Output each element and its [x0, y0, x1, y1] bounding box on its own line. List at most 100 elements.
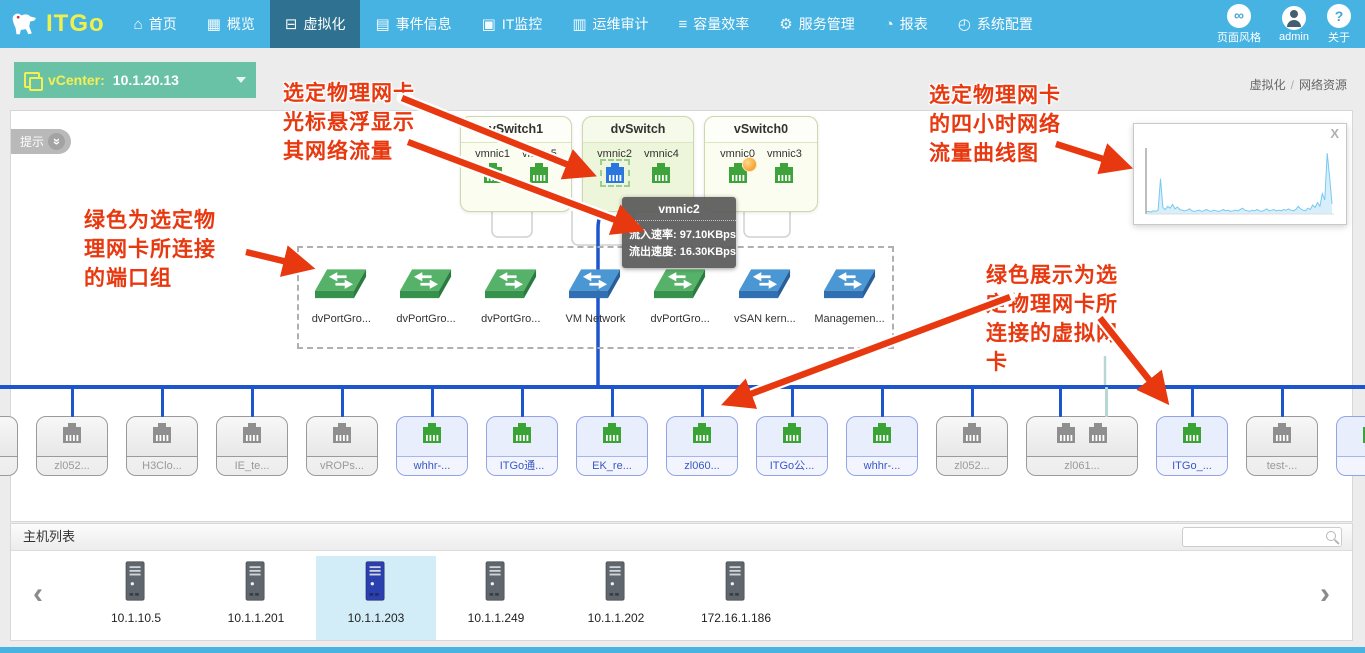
nav-item-label: 事件信息	[396, 14, 452, 34]
vnic-card[interactable]: zl052...	[36, 416, 108, 476]
nic-icon	[1086, 422, 1110, 444]
portgroup-label: VM Network	[557, 313, 633, 325]
portgroup-item[interactable]: VM Network	[557, 268, 633, 347]
host-ip: 10.1.1.202	[556, 611, 676, 625]
portgroup-item[interactable]: vSAN kern...	[727, 268, 803, 347]
nav-item[interactable]: ⌂ 首页	[119, 0, 192, 48]
vnic-card[interactable]: H3Clo...	[126, 416, 198, 476]
host-item[interactable]: 10.1.1.201	[196, 556, 316, 640]
nic-icon	[240, 422, 264, 444]
portgroup-item[interactable]: dvPortGro...	[642, 268, 718, 347]
vmnic-item[interactable]: vmnic4	[644, 148, 679, 187]
annotation-portgroups: 绿色为选定物 理网卡所连接 的端口组	[84, 206, 216, 293]
breadcrumb-separator: /	[1291, 78, 1294, 92]
nav-item[interactable]: ▦ 概览	[192, 0, 270, 48]
breadcrumb: 虚拟化/网络资源	[1250, 76, 1347, 93]
nav-item[interactable]: ▥ 运维审计	[557, 0, 663, 48]
annotation-vnics: 绿色展示为选 定物理网卡所 连接的虚拟网 卡	[986, 261, 1118, 377]
network-cable	[881, 387, 884, 417]
vnic-card[interactable]: test-...	[1246, 416, 1318, 476]
portgroup-label: Managemen...	[812, 313, 888, 325]
user-menu-item[interactable]: ∞ 页面风格	[1217, 0, 1261, 48]
vnic-card[interactable]: zl052...	[936, 416, 1008, 476]
chevron-down-icon	[236, 77, 246, 83]
user-menu-icon: ∞	[1227, 4, 1251, 28]
nic-icon	[960, 422, 984, 444]
vnic-card[interactable]: zl061...	[1026, 416, 1138, 476]
nav-item[interactable]: ◔ 报表	[870, 0, 943, 48]
vnic-card[interactable]: whhr-...	[396, 416, 468, 476]
server-icon	[124, 560, 148, 602]
nav-item-icon: ≡	[679, 16, 688, 33]
network-cable-secondary	[1105, 387, 1108, 417]
vcenter-selector[interactable]: vCenter: 10.1.20.13	[14, 62, 256, 98]
vmnic-item[interactable]: vmnic3	[767, 148, 802, 187]
vnic-card[interactable]: whhr-...	[846, 416, 918, 476]
nic-icon	[649, 162, 673, 184]
vmnic-label: vmnic3	[767, 148, 802, 160]
host-search-input[interactable]	[1182, 527, 1342, 547]
user-menu-item[interactable]: ? 关于	[1327, 0, 1351, 48]
vnic-card[interactable]: ITGo公...	[756, 416, 828, 476]
nav-item[interactable]: ▣ IT监控	[467, 0, 558, 48]
app-logo[interactable]: ITGo	[0, 0, 119, 48]
network-cable	[791, 387, 794, 417]
vnic-card[interactable]: IE_te...	[216, 416, 288, 476]
breadcrumb-section[interactable]: 虚拟化	[1250, 78, 1286, 92]
host-ip: 10.1.1.249	[436, 611, 556, 625]
vnic-card-label: zl060...	[667, 456, 737, 475]
host-item[interactable]: 10.1.1.249	[436, 556, 556, 640]
vmnic-item-selected[interactable]: vmnic2	[597, 148, 632, 187]
nic-icon	[60, 422, 84, 444]
vmnic-label: vmnic1	[475, 148, 510, 160]
nav-item-label: IT监控	[502, 14, 542, 34]
portgroup-item[interactable]: dvPortGro...	[303, 268, 379, 347]
vmnic-item[interactable]: vmnic0	[720, 148, 755, 187]
server-icon	[484, 560, 508, 602]
host-item[interactable]: 10.1.10.5	[76, 556, 196, 640]
portgroup-switch-icon	[400, 268, 452, 306]
host-list: 10.1.10.5 10.1.1.201 10.1.1.203	[11, 551, 1352, 640]
host-list-panel: 主机列表 ‹ 10.1.10.5 10.1.1.201	[10, 523, 1353, 641]
vnic-card[interactable]: zl060...	[666, 416, 738, 476]
scroll-right-button[interactable]: ›	[1320, 579, 1330, 609]
vnic-card-row: zl052... H3Clo... IE_te... vROPs...	[0, 416, 1365, 476]
vnic-card-label: H3Clo...	[127, 456, 197, 475]
nav-item[interactable]: ▤ 事件信息	[360, 0, 466, 48]
scroll-left-button[interactable]: ‹	[33, 579, 43, 609]
vnic-card[interactable]: ITGo通...	[486, 416, 558, 476]
vnic-card-label: EK_re...	[577, 456, 647, 475]
nav-item-icon: ◴	[958, 15, 971, 33]
portgroup-switch-icon	[315, 268, 367, 306]
vnic-card[interactable]: ITGo_...	[1156, 416, 1228, 476]
nav-item-icon: ⊟	[285, 15, 298, 33]
nav-item[interactable]: ◴ 系统配置	[943, 0, 1048, 48]
portgroup-item[interactable]: dvPortGro...	[388, 268, 464, 347]
vmnic-item[interactable]: vmnic1	[475, 148, 510, 187]
server-icon	[604, 560, 628, 602]
nav-item-label: 系统配置	[977, 14, 1033, 34]
host-item[interactable]: 10.1.1.202	[556, 556, 676, 640]
nav-item[interactable]: ⊟ 虚拟化	[270, 0, 361, 48]
tip-toggle[interactable]: 提示 «	[11, 129, 71, 154]
nav-item-icon: ▣	[482, 15, 496, 33]
vnic-card[interactable]: vROPs...	[306, 416, 378, 476]
close-icon[interactable]: X	[1330, 126, 1339, 141]
vnic-card[interactable]	[0, 416, 18, 476]
nic-icon	[1054, 422, 1078, 444]
user-menu-item[interactable]: admin	[1279, 0, 1309, 48]
nav-item[interactable]: ⚙ 服务管理	[764, 0, 869, 48]
vmnic-item[interactable]: vmnic5	[522, 148, 557, 187]
vcenter-icon	[24, 72, 40, 88]
portgroup-item[interactable]: dvPortGro...	[473, 268, 549, 347]
portgroup-item[interactable]: Managemen...	[812, 268, 888, 347]
host-item[interactable]: 10.1.1.203	[316, 556, 436, 640]
host-ip: 172.16.1.186	[676, 611, 796, 625]
vswitch-box: vSwitch1 vmnic1 vmnic5	[460, 116, 572, 212]
host-item[interactable]: 172.16.1.186	[676, 556, 796, 640]
nav-item[interactable]: ≡ 容量效率	[664, 0, 765, 48]
vswitch-title: dvSwitch	[583, 117, 693, 143]
warning-badge-icon	[742, 157, 757, 172]
vnic-card[interactable]: EK_re...	[576, 416, 648, 476]
vnic-card[interactable]	[1336, 416, 1365, 476]
